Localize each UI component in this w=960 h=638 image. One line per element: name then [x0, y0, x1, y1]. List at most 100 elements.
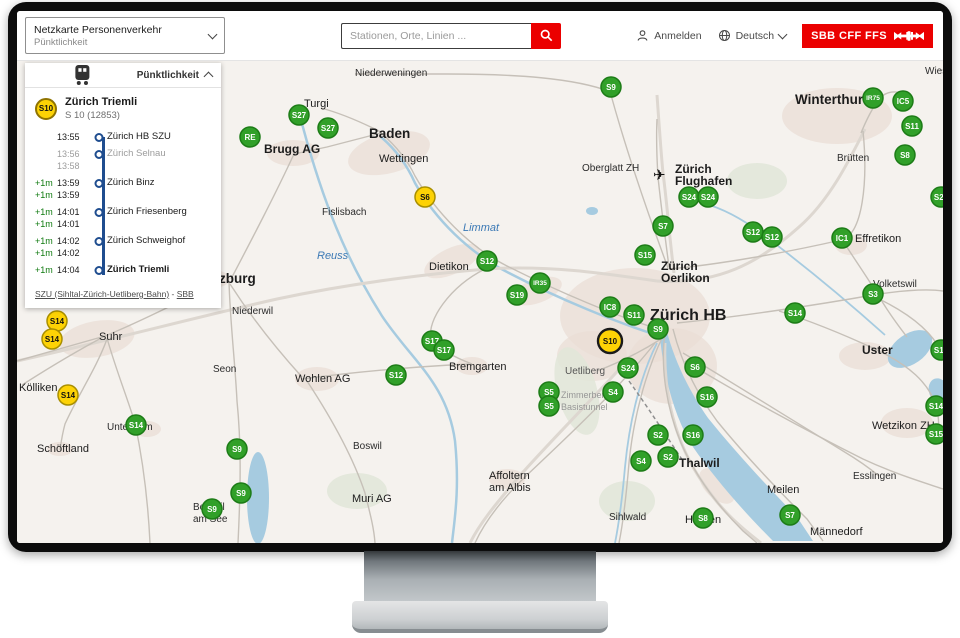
line-badge[interactable]: S17 [434, 340, 454, 360]
map-label: Kölliken [19, 382, 58, 394]
search-icon [540, 29, 553, 42]
svg-text:S9: S9 [236, 489, 246, 498]
line-badge[interactable]: IC1 [832, 228, 852, 248]
line-badge[interactable]: S2 [648, 425, 668, 445]
language-selector[interactable]: Deutsch [718, 29, 787, 42]
line-badge[interactable]: S9 [202, 499, 222, 519]
svg-text:S26: S26 [934, 193, 943, 202]
svg-text:S18: S18 [934, 346, 943, 355]
line-badge[interactable]: S12 [762, 227, 782, 247]
svg-text:S8: S8 [698, 514, 708, 523]
sbb-signet-icon [894, 30, 924, 42]
line-badge[interactable]: S4 [603, 382, 623, 402]
map-label: Wohlen AG [295, 373, 350, 385]
line-badge[interactable]: S14 [58, 385, 78, 405]
svg-text:S7: S7 [658, 222, 668, 231]
line-badge[interactable]: S7 [653, 216, 673, 236]
stop-row[interactable]: +1m14:04Zürich Triemli [25, 264, 215, 276]
line-badge[interactable]: S12 [477, 251, 497, 271]
footer-link[interactable]: SBB [177, 289, 194, 299]
line-badge[interactable]: S9 [227, 439, 247, 459]
line-badge[interactable]: IR35 [530, 273, 550, 293]
map-label: Esslingen [853, 471, 896, 482]
line-badge[interactable]: S6 [685, 357, 705, 377]
map-label: Baden [369, 126, 410, 141]
line-badge[interactable]: S16 [683, 425, 703, 445]
line-badge[interactable]: S14 [126, 415, 146, 435]
stop-row[interactable]: +1m+1m14:0114:01Zürich Friesenberg [25, 206, 215, 230]
stop-row[interactable]: +1m+1m13:5913:59Zürich Binz [25, 177, 215, 201]
svg-text:IC1: IC1 [836, 234, 849, 243]
map-label: Uster [862, 343, 893, 357]
svg-text:S19: S19 [510, 291, 525, 300]
map-label: Brugg AG [264, 142, 320, 156]
layer-dropdown[interactable]: Netzkarte Personenverkehr Pünktlichkeit [25, 17, 225, 54]
line-badge[interactable]: S7 [780, 505, 800, 525]
footer-link[interactable]: SZU (Sihltal-Zürich-Uetliberg-Bahn) [35, 289, 169, 299]
line-badge[interactable]: S12 [386, 365, 406, 385]
train-number: S 10 (12853) [65, 110, 137, 121]
login-button[interactable]: Anmelden [636, 29, 701, 42]
line-badge[interactable]: S4 [631, 451, 651, 471]
svg-text:IC5: IC5 [897, 97, 910, 106]
line-badge[interactable]: IR75 [863, 88, 883, 108]
layer-dropdown-title: Netzkarte Personenverkehr [34, 24, 209, 36]
line-badge[interactable]: S5 [539, 396, 559, 416]
stop-row[interactable]: 13:55Zürich HB SZU [25, 131, 215, 143]
line-badge[interactable]: S9 [231, 483, 251, 503]
stop-dot [95, 266, 104, 275]
stop-row[interactable]: 13:5613:58Zürich Selnau [25, 148, 215, 172]
line-badge[interactable]: S14 [42, 329, 62, 349]
line-badge[interactable]: S3 [863, 284, 883, 304]
line-badge[interactable]: S24 [618, 358, 638, 378]
line-badge[interactable]: IC8 [600, 297, 620, 317]
line-badge[interactable]: S2 [658, 447, 678, 467]
app-window: Netzkarte Personenverkehr Pünktlichkeit [17, 11, 943, 543]
svg-text:S7: S7 [785, 511, 795, 520]
line-badge[interactable]: S9 [601, 77, 621, 97]
svg-text:S9: S9 [653, 325, 663, 334]
svg-text:S4: S4 [636, 457, 646, 466]
line-badge[interactable]: S16 [697, 387, 717, 407]
line-badge[interactable]: S14 [785, 303, 805, 323]
map-label: Thalwil [679, 456, 720, 470]
map-label: Niederwil [232, 306, 273, 317]
stop-dot [95, 133, 104, 142]
monitor-stand-neck [364, 551, 596, 602]
svg-text:S24: S24 [621, 364, 636, 373]
search-input[interactable] [341, 23, 531, 49]
top-bar: Netzkarte Personenverkehr Pünktlichkeit [17, 11, 943, 61]
line-badge[interactable]: S12 [743, 222, 763, 242]
svg-text:S12: S12 [389, 371, 404, 380]
line-badge[interactable]: S14 [926, 396, 943, 416]
line-badge[interactable]: S15 [635, 245, 655, 265]
line-badge[interactable]: S9 [648, 319, 668, 339]
line-badge[interactable]: RE [240, 127, 260, 147]
line-badge[interactable]: S19 [507, 285, 527, 305]
line-badge[interactable]: S10 [598, 329, 622, 353]
svg-text:S17: S17 [437, 346, 452, 355]
map-container: NiederweningenTurgiBadenBrugg AGWettinge… [17, 61, 943, 543]
line-badge[interactable]: S14 [47, 311, 67, 331]
line-badge[interactable]: S24 [698, 187, 718, 207]
line-badge[interactable]: S8 [895, 145, 915, 165]
panel-header[interactable]: Pünktlichkeit [25, 63, 221, 88]
stop-name: Zürich Schweighof [107, 235, 215, 259]
map-label: Uetliberg [565, 366, 605, 377]
map-label: Brütten [837, 153, 869, 164]
line-badge[interactable]: S27 [318, 118, 338, 138]
line-badge[interactable]: S11 [624, 305, 644, 325]
line-badge[interactable]: S24 [679, 187, 699, 207]
search-button[interactable] [531, 23, 561, 49]
line-badge[interactable]: S8 [693, 508, 713, 528]
line-badge[interactable]: S11 [902, 116, 922, 136]
airplane-icon: ✈ [653, 167, 666, 184]
stop-row[interactable]: +1m+1m14:0214:02Zürich Schweighof [25, 235, 215, 259]
map-label: Wetzikon ZH [872, 420, 935, 432]
line-badge[interactable]: S15 [926, 424, 943, 444]
line-badge[interactable]: S6 [415, 187, 435, 207]
line-badge[interactable]: S27 [289, 105, 309, 125]
line-badge[interactable]: IC5 [893, 91, 913, 111]
map-label: Bremgarten [449, 361, 506, 373]
svg-text:S2: S2 [653, 431, 663, 440]
